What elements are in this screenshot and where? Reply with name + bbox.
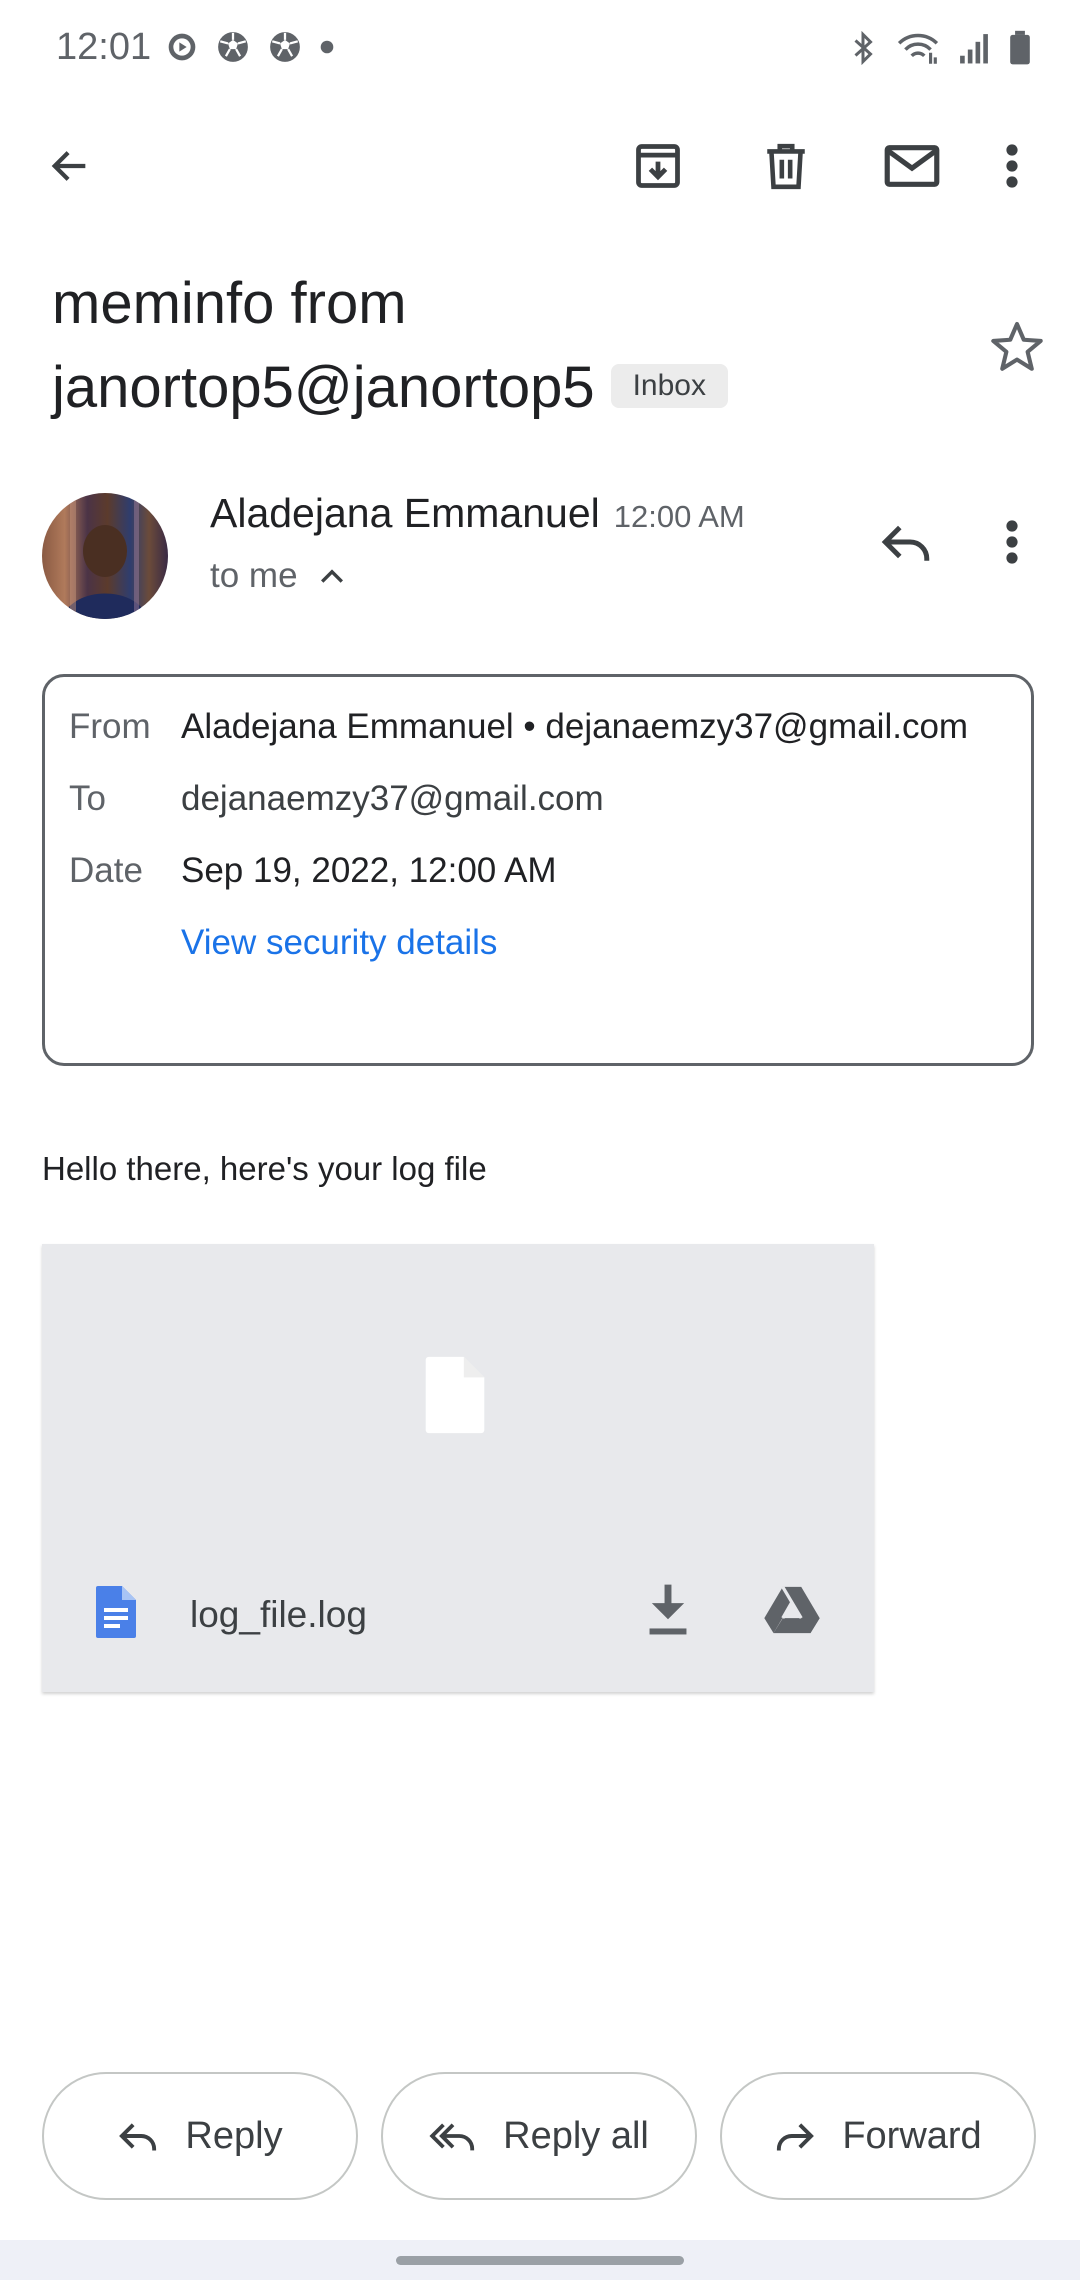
save-to-drive-button[interactable] — [762, 1582, 822, 1638]
date-value: Sep 19, 2022, 12:00 AM — [181, 851, 557, 890]
inbox-label-chip[interactable]: Inbox — [610, 363, 728, 408]
from-value: Aladejana Emmanuel • dejanaemzy37@gmail.… — [181, 707, 969, 746]
subject-text: meminfo from janortop5@janortop5 — [52, 271, 595, 420]
star-button[interactable] — [988, 318, 1046, 376]
reply-icon-button[interactable] — [866, 502, 946, 582]
avatar[interactable] — [42, 493, 168, 619]
from-label: From — [69, 707, 151, 746]
mark-unread-button[interactable] — [872, 126, 952, 206]
reply-all-icon — [429, 2118, 477, 2154]
recipient-toggle[interactable]: to me — [210, 556, 346, 596]
battery-icon — [1008, 30, 1032, 66]
soccer-ball-icon — [216, 30, 250, 64]
download-button[interactable] — [642, 1580, 694, 1640]
back-arrow-icon — [47, 143, 93, 189]
email-subject: meminfo from janortop5@janortop5 Inbox — [52, 262, 952, 430]
attachment-filename: log_file.log — [190, 1594, 367, 1635]
status-icons-right — [848, 30, 1032, 66]
dot-icon — [320, 40, 334, 54]
status-icons-left — [166, 30, 334, 64]
file-preview-icon — [422, 1354, 488, 1436]
status-time: 12:01 — [56, 26, 152, 68]
reply-icon — [879, 519, 933, 565]
message-details: From Aladejana Emmanuel • dejanaemzy37@g… — [42, 674, 1034, 1066]
delete-button[interactable] — [746, 126, 826, 206]
sender-row: Aladejana Emmanuel 12:00 AM — [210, 490, 745, 537]
archive-icon — [632, 140, 684, 192]
reply-all-label: Reply all — [503, 2114, 649, 2157]
delete-icon — [761, 140, 811, 192]
to-value: dejanaemzy37@gmail.com — [181, 779, 604, 818]
mark-unread-icon — [884, 142, 940, 190]
document-icon — [94, 1584, 138, 1640]
email-time: 12:00 AM — [613, 499, 745, 534]
forward-icon — [774, 2118, 816, 2154]
forward-label: Forward — [842, 2114, 982, 2157]
email-body: Hello there, here's your log file — [42, 1150, 487, 1187]
reply-all-button[interactable]: Reply all — [381, 2072, 697, 2200]
wifi-icon — [896, 30, 940, 66]
forward-button[interactable]: Forward — [720, 2072, 1036, 2200]
home-gesture-handle[interactable] — [396, 2256, 684, 2265]
more-options-button[interactable] — [972, 126, 1052, 206]
recipient-summary: to me — [210, 556, 298, 595]
archive-button[interactable] — [618, 126, 698, 206]
sender-name: Aladejana Emmanuel — [210, 490, 600, 536]
back-button[interactable] — [30, 126, 110, 206]
message-more-button[interactable] — [972, 502, 1052, 582]
reply-label: Reply — [185, 2114, 283, 2157]
signal-icon — [958, 31, 990, 65]
reply-button[interactable]: Reply — [42, 2072, 358, 2200]
attachment-card[interactable]: log_file.log — [42, 1244, 874, 1692]
more-vert-icon — [1002, 518, 1022, 566]
view-security-details-link[interactable]: View security details — [181, 923, 497, 963]
to-label: To — [69, 779, 106, 818]
soccer-ball-icon — [268, 30, 302, 64]
media-icon — [166, 31, 198, 63]
date-label: Date — [69, 851, 143, 890]
bluetooth-icon — [848, 30, 878, 66]
more-vert-icon — [1002, 142, 1022, 190]
star-icon — [988, 318, 1046, 376]
reply-icon — [117, 2118, 159, 2154]
chevron-up-icon — [318, 566, 346, 586]
